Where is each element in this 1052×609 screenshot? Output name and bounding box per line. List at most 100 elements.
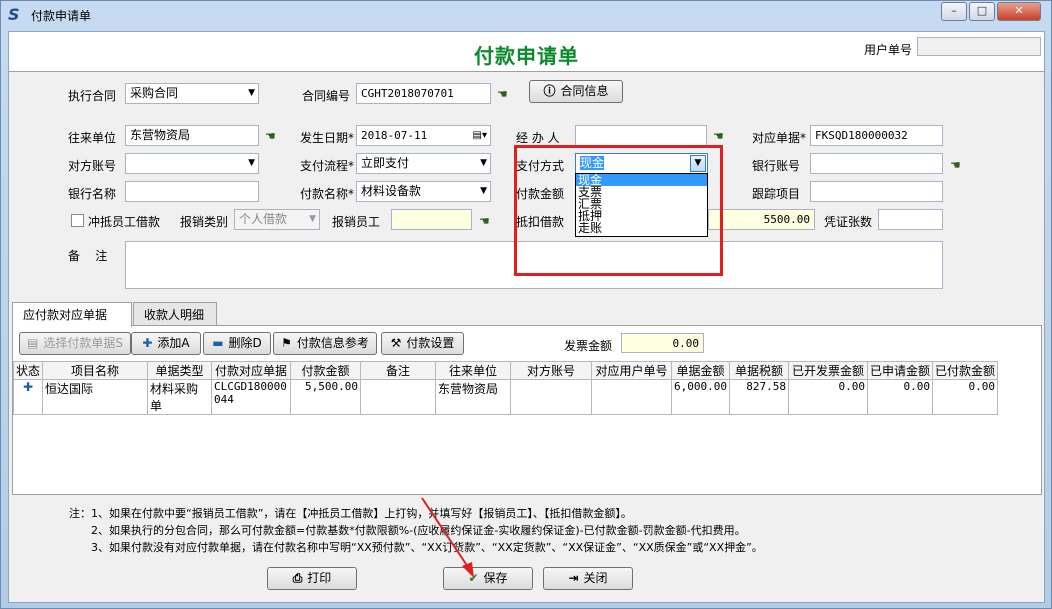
col-status[interactable]: 状态 [12,361,44,380]
settings-icon: ⚒ [390,336,402,350]
annotation-arrow-head [462,562,474,578]
save-button-label: 保存 [483,571,508,585]
handler-field[interactable] [575,125,707,146]
cell-project[interactable]: 恒达国际 [42,379,149,415]
title-bar: S 付款申请单 – □ ✕ [1,1,1051,29]
pay-settings-button[interactable]: ⚒ 付款设置 [381,332,464,355]
pointing-hand-icon[interactable]: ☚ [479,215,497,227]
exit-door-icon: ⇥ [568,571,579,585]
tab-payable-docs[interactable]: 应付款对应单据 [12,302,132,327]
cell-user-no[interactable] [591,379,673,415]
related-doc-field[interactable]: FKSQD180000032 [810,125,943,146]
chevron-down-icon: ▼ [309,214,316,224]
col-doc-amount[interactable]: 单据金额 [671,361,730,380]
pay-info-ref-button-label: 付款信息参考 [296,336,369,350]
close-window-button[interactable]: ✕ [997,2,1041,21]
header-area: 付款申请单 用户单号 [9,32,1044,72]
col-doc-type[interactable]: 单据类型 [147,361,213,380]
col-user-no[interactable]: 对应用户单号 [591,361,673,380]
col-counter-account[interactable]: 对方账号 [510,361,593,380]
cell-partner[interactable]: 东营物资局 [435,379,512,415]
bank-account-label: 银行账号 [752,159,801,173]
select-docs-button[interactable]: ▤ 选择付款单据S [19,332,131,355]
delete-button-label: 删除D [228,336,262,350]
pointing-hand-icon[interactable]: ☚ [950,159,968,171]
delete-button[interactable]: ▬ 删除D [203,332,271,355]
minus-icon: ▬ [212,336,224,350]
pointing-hand-icon[interactable]: ☚ [713,130,731,142]
plus-icon: ✚ [142,336,153,350]
cell-remark[interactable] [360,379,437,415]
date-field[interactable]: 2018-07-11 ▤▾ [356,125,491,146]
contract-no-field[interactable]: CGHT2018070701 [356,83,491,104]
reimb-type-value: 个人借款 [239,212,288,226]
reimb-employee-field[interactable] [391,209,472,230]
cell-paid[interactable]: 0.00 [932,379,999,415]
select-docs-button-label: 选择付款单据S [43,336,123,350]
cell-doc-type[interactable]: 材料采购单 [147,379,213,415]
app-window: S 付款申请单 – □ ✕ 付款申请单 用户单号 执行合同 采购合同 ▼ 合同编… [0,0,1052,609]
print-button[interactable]: ⎙ 打印 [267,567,357,590]
counter-account-select[interactable]: ▼ [125,153,259,174]
contract-info-button-label: 合同信息 [560,84,609,98]
partner-field[interactable]: 东营物资局 [125,125,259,146]
reimb-type-label: 报销类别 [180,215,229,229]
voucher-count-field[interactable] [878,209,943,230]
dropdown-option-transfer[interactable]: 走账 [576,222,707,234]
col-partner[interactable]: 往来单位 [435,361,512,380]
flag-icon: ⚑ [281,336,292,350]
tracking-label: 跟踪项目 [752,187,801,201]
col-applied[interactable]: 已申请金额 [866,361,934,380]
cell-doc-amount[interactable]: 6,000.00 [671,379,730,415]
close-button[interactable]: ⇥ 关闭 [543,567,633,590]
cell-pay-amount[interactable]: 5,500.00 [290,379,362,415]
related-doc-label: 对应单据* [752,131,807,145]
user-no-field[interactable] [917,37,1041,56]
pay-name-select[interactable]: 材料设备款 ▼ [356,181,491,202]
exec-contract-value: 采购合同 [130,86,179,100]
bank-account-field[interactable] [810,153,943,174]
minimize-button[interactable]: – [941,2,967,21]
pointing-hand-icon[interactable]: ☚ [265,130,283,142]
tab-payee-details[interactable]: 收款人明细 [133,302,217,326]
cell-doc-tax[interactable]: 827.58 [729,379,789,415]
pay-flow-select[interactable]: 立即支付 ▼ [356,153,491,174]
cell-applied[interactable]: 0.00 [866,379,934,415]
col-project[interactable]: 项目名称 [42,361,149,380]
calendar-icon[interactable]: ▤▾ [473,126,487,145]
plus-icon[interactable]: ✚ [12,379,44,415]
date-label: 发生日期* [300,131,355,145]
add-button-label: 添加A [157,336,190,350]
maximize-button[interactable]: □ [969,2,995,21]
partner-label: 往来单位 [68,131,117,145]
deduct-loan-field[interactable]: 5500.00 [708,209,815,230]
close-button-label: 关闭 [583,571,608,585]
exec-contract-select[interactable]: 采购合同 ▼ [125,83,259,104]
bank-name-field[interactable] [125,181,259,202]
handler-label: 经 办 人 [516,131,560,145]
invoice-amount-label: 发票金额 [564,339,613,353]
cell-counter-account[interactable] [510,379,593,415]
tracking-field[interactable] [810,181,943,202]
col-paid[interactable]: 已付款金额 [932,361,999,380]
pay-name-value: 材料设备款 [361,184,422,198]
table-row[interactable]: ✚ 恒达国际 材料采购单 CLCGD180000044 5,500.00 东营物… [12,379,999,415]
contract-info-button[interactable]: ⓘ 合同信息 [529,80,623,103]
invoice-amount-field[interactable]: 0.00 [621,333,704,353]
col-remark[interactable]: 备注 [360,361,437,380]
add-button[interactable]: ✚ 添加A [131,332,201,355]
offset-loan-label: 冲抵员工借款 [88,215,161,229]
reimb-type-select[interactable]: 个人借款 ▼ [234,209,320,230]
pointing-hand-icon[interactable]: ☚ [497,88,515,100]
offset-loan-checkbox[interactable] [71,214,84,227]
cell-invoiced[interactable]: 0.00 [788,379,868,415]
pay-info-ref-button[interactable]: ⚑ 付款信息参考 [273,332,377,355]
reimb-employee-label: 报销员工 [332,215,381,229]
col-pay-amount[interactable]: 付款金额 [290,361,362,380]
chevron-down-icon: ▼ [248,88,255,98]
annotation-arrow-line [421,497,471,571]
col-doc-tax[interactable]: 单据税额 [729,361,789,380]
cell-pay-doc[interactable]: CLCGD180000044 [211,379,292,415]
col-invoiced[interactable]: 已开发票金额 [788,361,868,380]
col-pay-doc[interactable]: 付款对应单据 [211,361,292,380]
